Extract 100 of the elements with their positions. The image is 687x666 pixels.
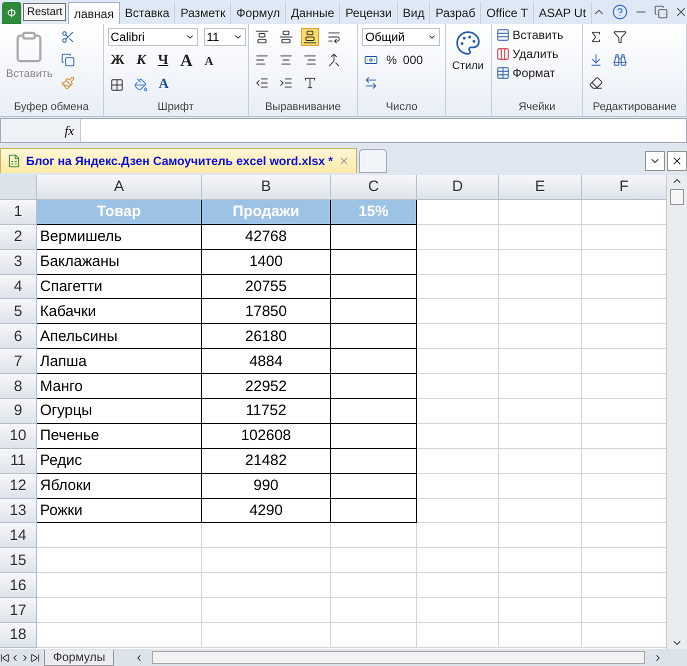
column-header[interactable]: E [499,175,582,200]
table-cell: 4290 [202,498,331,524]
column-header[interactable]: F [582,175,666,200]
number-format-field[interactable]: Общий [362,28,440,46]
row-header[interactable]: 2 [0,224,37,250]
table-cell: Вермишель [37,224,202,250]
table-cell: Огурцы [37,399,202,424]
styles-button[interactable]: Стили [450,28,486,101]
italic-button[interactable]: К [134,53,149,69]
tooltip: Restart [23,3,66,21]
row-header[interactable]: 16 [0,573,37,598]
format-cells-button[interactable]: Формат [496,66,564,80]
eraser-icon [589,76,604,90]
row-header[interactable]: 8 [0,374,37,400]
copy-button[interactable] [58,51,77,69]
column-header[interactable]: A [37,175,202,200]
group-title: Редактирование [592,101,678,115]
table-cell: 1400 [202,250,331,275]
table-cell: Редис [37,448,202,474]
row-header[interactable]: 9 [0,399,37,424]
format-painter-button[interactable] [58,74,77,92]
font-size-field[interactable]: 11 [204,28,246,46]
bold-button[interactable]: Ж [108,53,128,69]
table-cell: 102608 [202,424,331,449]
font-name-field[interactable]: Calibri [108,28,198,46]
row-header[interactable]: 12 [0,474,37,499]
row-header[interactable]: 14 [0,523,37,548]
help-icon[interactable] [612,4,628,20]
group-title: Шрифт [156,101,195,115]
last-sheet-icon[interactable] [30,652,40,662]
table-cell: 990 [202,474,331,499]
column-header[interactable]: D [417,175,499,200]
row-header[interactable]: 17 [0,598,37,624]
row-header[interactable]: 3 [0,250,37,275]
sheet-tab[interactable]: Формулы [44,650,114,666]
horizontal-scroll-thumb[interactable] [152,651,645,664]
delete-cells-button[interactable]: Удалить [496,47,564,61]
row-header[interactable]: 7 [0,349,37,374]
fill-color-button[interactable] [132,76,150,94]
table-cell: Яблоки [37,474,202,499]
table-cell: Лапша [37,349,202,374]
row-header[interactable]: 6 [0,324,37,350]
row-header[interactable]: 1 [0,200,37,225]
shrink-font-button[interactable]: A [202,54,216,68]
align-lines-icon [302,30,317,44]
font-color-button[interactable]: A [156,77,172,93]
column-header[interactable]: C [331,175,417,200]
vertical-align-button[interactable] [252,28,271,46]
table-cell: Кабачки [37,299,202,324]
table-cell: Манго [37,374,202,400]
wrap-text-icon [326,30,341,44]
row-header[interactable]: 5 [0,299,37,324]
indent-increase-icon [278,76,293,90]
table-cell: 21482 [202,448,331,474]
row-header[interactable]: 4 [0,274,37,300]
group-title: Выравнивание [264,101,342,115]
row-header[interactable]: 18 [0,623,37,648]
close-button[interactable] [667,151,687,171]
row-header[interactable]: 13 [0,498,37,524]
grow-font-button[interactable]: A [177,51,196,71]
thousands-button[interactable]: 000 [402,53,423,67]
scroll-thumb[interactable] [670,189,684,205]
align-center-icon [278,53,293,67]
dropdown-button[interactable] [645,151,665,171]
table-cell: 4884 [202,349,331,374]
copy-icon [60,53,75,67]
restore-icon[interactable] [654,5,668,19]
percent-button[interactable]: % [386,53,397,67]
underline-button[interactable]: Ч [155,53,172,69]
ribbon-tab[interactable]: лавная [68,2,120,24]
document-tab[interactable]: Блог на Яндекс.Дзен Самоучитель excel word.xlsx * [0,148,357,173]
insert-cells-button[interactable]: Вставить [496,28,564,42]
row-header[interactable]: 10 [0,424,37,449]
merge-icon [326,53,341,67]
close-icon [671,155,683,167]
column-header[interactable]: B [202,175,331,200]
row-header[interactable]: 11 [0,448,37,474]
row-header[interactable]: 15 [0,548,37,574]
align-left-icon [254,53,269,67]
palette-icon [454,30,481,56]
columns-icon [496,47,510,61]
group-title: Ячейки [517,101,556,115]
table-cell: Печенье [37,424,202,449]
header-cell: Продажи [202,200,331,225]
first-sheet-icon[interactable] [0,652,10,662]
table-cell: 11752 [202,399,331,424]
header-cell: Товар [37,200,202,225]
vertical-scrollbar[interactable] [666,175,687,649]
scissors-icon [60,30,75,44]
arrow-down-icon [589,53,604,67]
table-cell: 20755 [202,274,331,300]
vertical-align-button[interactable] [300,28,319,46]
formula-input[interactable] [81,119,686,142]
grid-icon [110,78,124,92]
rows-icon [496,28,510,42]
close-icon[interactable] [338,155,350,167]
close-icon[interactable] [674,5,687,19]
file-tab[interactable]: Ф [2,2,22,24]
filter-icon [613,30,628,44]
table-cell: Баклажаны [37,250,202,275]
